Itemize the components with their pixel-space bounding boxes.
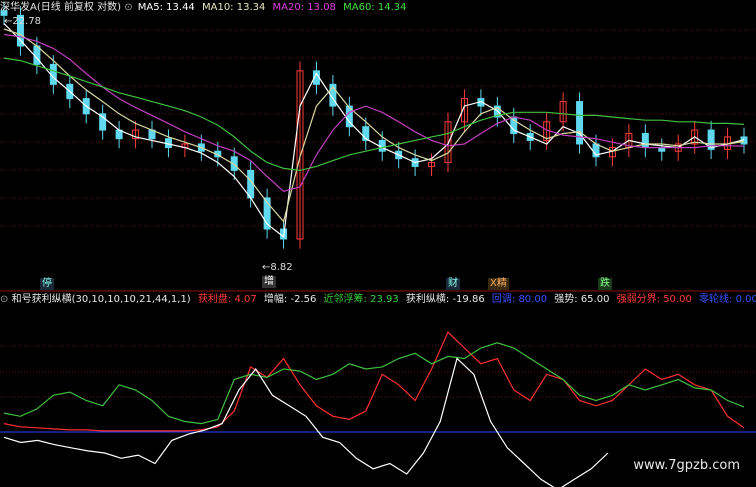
signal-tag-fall: 跌 <box>598 278 612 290</box>
moving-average-lines <box>3 23 745 239</box>
ma60-value: MA60: 14.34 <box>343 2 407 13</box>
indicator-strong: 强势: 65.00 <box>554 294 610 305</box>
ma20-value: MA20: 13.08 <box>272 2 336 13</box>
low-price-label: ←8.82 <box>262 262 293 273</box>
indicator-floating: 近邻浮筹: 23.93 <box>323 294 399 305</box>
indicator-profit: 获利盘: 4.07 <box>197 294 257 305</box>
ma10-value: MA10: 13.34 <box>201 2 266 13</box>
signal-tag-increase: 增 <box>262 276 276 288</box>
profit-line <box>3 331 745 432</box>
settings-icon[interactable]: ⊙ <box>124 2 132 13</box>
signal-tag-finance: 财 <box>446 278 460 290</box>
indicator-header: ⊙ 和号获利纵横(30,10,10,10,21,44,1,1) 获利盘: 4.0… <box>0 294 756 306</box>
indicator-zero: 零轮线: 0.00 <box>699 294 756 305</box>
indicator-pullback: 回调: 80.00 <box>491 294 548 305</box>
high-price-label: ←22.78 <box>4 16 42 27</box>
signal-tag-stop: 停 <box>40 278 54 290</box>
settings-icon[interactable]: ⊙ <box>0 294 8 305</box>
indicator-boundary: 强弱分界: 50.00 <box>616 294 692 305</box>
stock-chart <box>0 1 756 487</box>
zongheng-line <box>3 357 609 487</box>
stock-title: 深华发A(日线 前复权 对数) <box>0 2 122 13</box>
indicator-zongheng: 获利纵横: -19.86 <box>405 294 485 305</box>
ma5-line <box>3 23 745 239</box>
indicator-increase: 增幅: -2.56 <box>263 294 317 305</box>
price-header: 深华发A(日线 前复权 对数) ⊙ MA5: 13.44 MA10: 13.34… <box>0 2 406 14</box>
floating-chip-line <box>3 342 745 425</box>
ma5-value: MA5: 13.44 <box>137 2 195 13</box>
signal-tag-x: X精 <box>488 278 509 290</box>
watermark: www.7gpzb.com <box>633 458 740 473</box>
indicator-name: 和号获利纵横(30,10,10,10,21,44,1,1) <box>11 294 191 305</box>
candle-body <box>641 132 649 149</box>
